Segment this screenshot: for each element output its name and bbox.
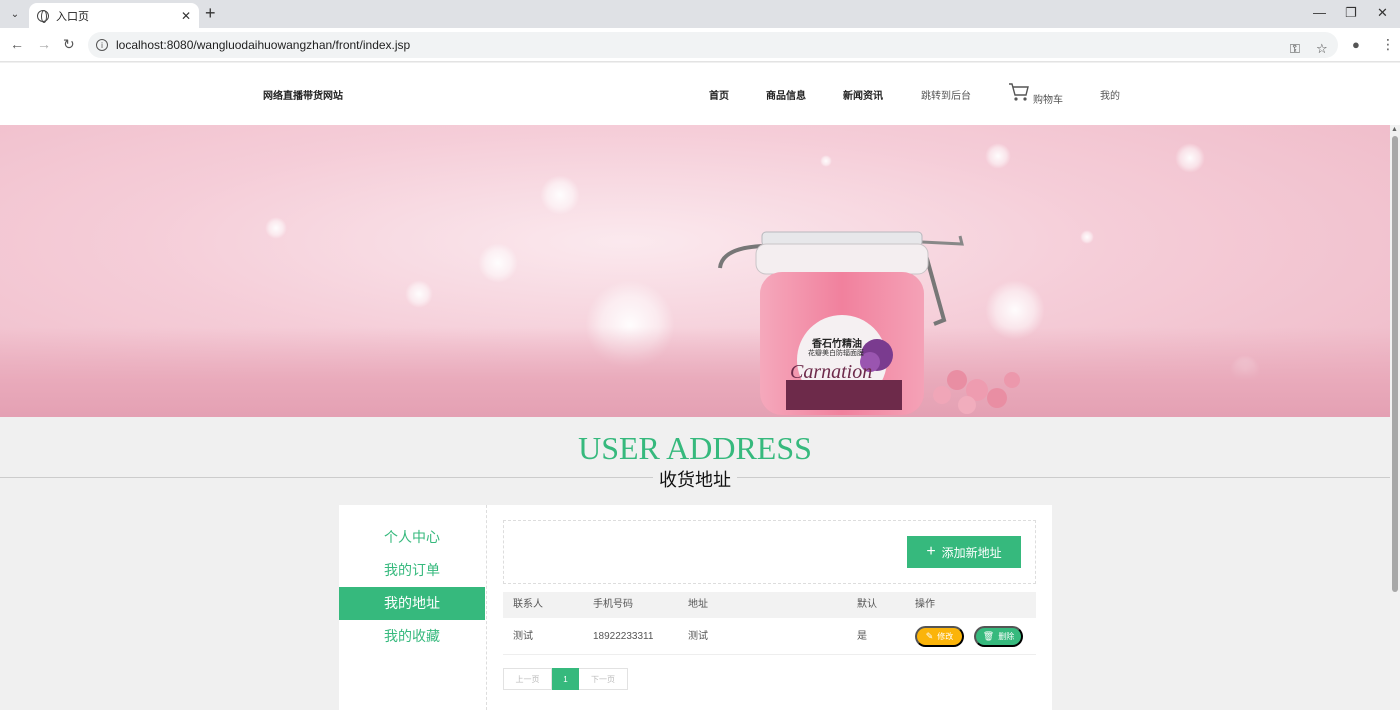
forward-icon[interactable]: → — [37, 36, 51, 52]
user-center-card: 个人中心 我的订单 我的地址 我的收藏 + 添加新地址 联系人 手机号码 地址 … — [339, 505, 1052, 710]
jar-label-brand: Carnation — [790, 361, 873, 383]
trash-icon: 🗑 — [982, 631, 995, 641]
site-logo-text[interactable]: 网络直播带货网站 — [263, 87, 343, 102]
delete-address-button[interactable]: 🗑 删除 — [974, 626, 1023, 647]
minimize-icon[interactable]: — — [1313, 5, 1326, 20]
new-tab-icon[interactable]: + — [205, 4, 216, 22]
table-row: 测试 18922233311 测试 是 ✎ 修改 🗑 删除 — [503, 618, 1036, 655]
nav-home[interactable]: 首页 — [709, 87, 729, 102]
col-address: 地址 — [688, 599, 708, 610]
globe-icon — [37, 9, 49, 23]
bookmark-star-icon[interactable]: ☆ — [1316, 41, 1328, 57]
window-close-icon[interactable]: ✕ — [1377, 5, 1388, 21]
restore-icon[interactable]: ❐ — [1345, 5, 1357, 21]
section-title-cn: 收货地址 — [653, 466, 737, 492]
side-item-favorites[interactable]: 我的收藏 — [339, 620, 485, 653]
key-icon[interactable]: ⚿ — [1290, 41, 1300, 57]
site-header: 网络直播带货网站 首页 商品信息 新闻资讯 跳转到后台 购物车 我的 — [0, 63, 1400, 125]
col-phone: 手机号码 — [593, 599, 633, 610]
nav-news[interactable]: 新闻资讯 — [843, 87, 883, 102]
jar-label-subtitle: 花瓣美白防辐面膜 — [808, 350, 864, 357]
scroll-up-arrow-icon[interactable]: ▲ — [1391, 126, 1398, 133]
pencil-icon: ✎ — [925, 631, 934, 641]
address-bar[interactable]: i localhost:8080/wangluodaihuowangzhan/f… — [88, 32, 1338, 58]
table-header: 联系人 手机号码 地址 默认 操作 — [503, 592, 1036, 618]
back-icon[interactable]: ← — [10, 36, 24, 52]
nav-mine[interactable]: 我的 — [1100, 87, 1120, 102]
address-table: 联系人 手机号码 地址 默认 操作 测试 18922233311 测试 是 ✎ … — [503, 592, 1036, 655]
browser-tabstrip: ⌄ 入口页 ✕ + — ❐ ✕ — [0, 0, 1400, 28]
next-page-button[interactable]: 下一页 — [579, 668, 628, 690]
side-divider — [486, 505, 487, 710]
plus-icon: + — [926, 543, 936, 560]
col-actions: 操作 — [915, 599, 935, 610]
col-contact: 联系人 — [513, 599, 543, 610]
cell-contact: 测试 — [513, 631, 533, 642]
cart-icon[interactable] — [1008, 82, 1030, 102]
menu-kebab-icon[interactable]: ⋮ — [1381, 36, 1395, 53]
edit-label: 修改 — [937, 632, 954, 641]
nav-cart[interactable]: 购物车 — [1033, 91, 1063, 106]
url-text: localhost:8080/wangluodaihuowangzhan/fro… — [116, 38, 411, 52]
profile-icon[interactable]: ● — [1352, 37, 1360, 52]
tab-close-icon[interactable]: ✕ — [181, 9, 191, 23]
delete-label: 删除 — [998, 632, 1015, 641]
site-info-icon[interactable]: i — [96, 39, 108, 51]
browser-tab[interactable]: 入口页 ✕ — [29, 3, 199, 28]
hero-banner: 香石竹精油 花瓣美白防辐面膜 Carnation — [0, 125, 1390, 417]
section-title-en: USER ADDRESS — [578, 430, 812, 466]
browser-toolbar: ← → ↻ i localhost:8080/wangluodaihuowang… — [0, 28, 1400, 62]
cell-phone: 18922233311 — [593, 631, 654, 642]
edit-address-button[interactable]: ✎ 修改 — [915, 626, 964, 647]
tab-title: 入口页 — [56, 10, 89, 23]
pagination: 上一页 1 下一页 — [503, 668, 628, 690]
add-address-button[interactable]: + 添加新地址 — [907, 536, 1021, 568]
side-item-profile[interactable]: 个人中心 — [339, 521, 485, 554]
nav-admin[interactable]: 跳转到后台 — [921, 87, 971, 102]
address-toolbar: + 添加新地址 — [503, 520, 1036, 584]
cell-default: 是 — [857, 631, 867, 642]
page-scrollbar-thumb[interactable] — [1392, 136, 1398, 592]
tab-search-icon[interactable]: ⌄ — [6, 5, 24, 23]
prev-page-button[interactable]: 上一页 — [503, 668, 552, 690]
product-jar-image — [718, 231, 1020, 415]
add-address-label: 添加新地址 — [941, 545, 1002, 560]
reload-icon[interactable]: ↻ — [63, 36, 75, 53]
side-menu: 个人中心 我的订单 我的地址 我的收藏 — [339, 521, 485, 653]
col-default: 默认 — [857, 599, 877, 610]
side-item-orders[interactable]: 我的订单 — [339, 554, 485, 587]
page-1-button[interactable]: 1 — [552, 668, 579, 690]
cell-address: 测试 — [688, 631, 708, 642]
nav-products[interactable]: 商品信息 — [766, 87, 806, 102]
side-item-addresses[interactable]: 我的地址 — [339, 587, 485, 620]
